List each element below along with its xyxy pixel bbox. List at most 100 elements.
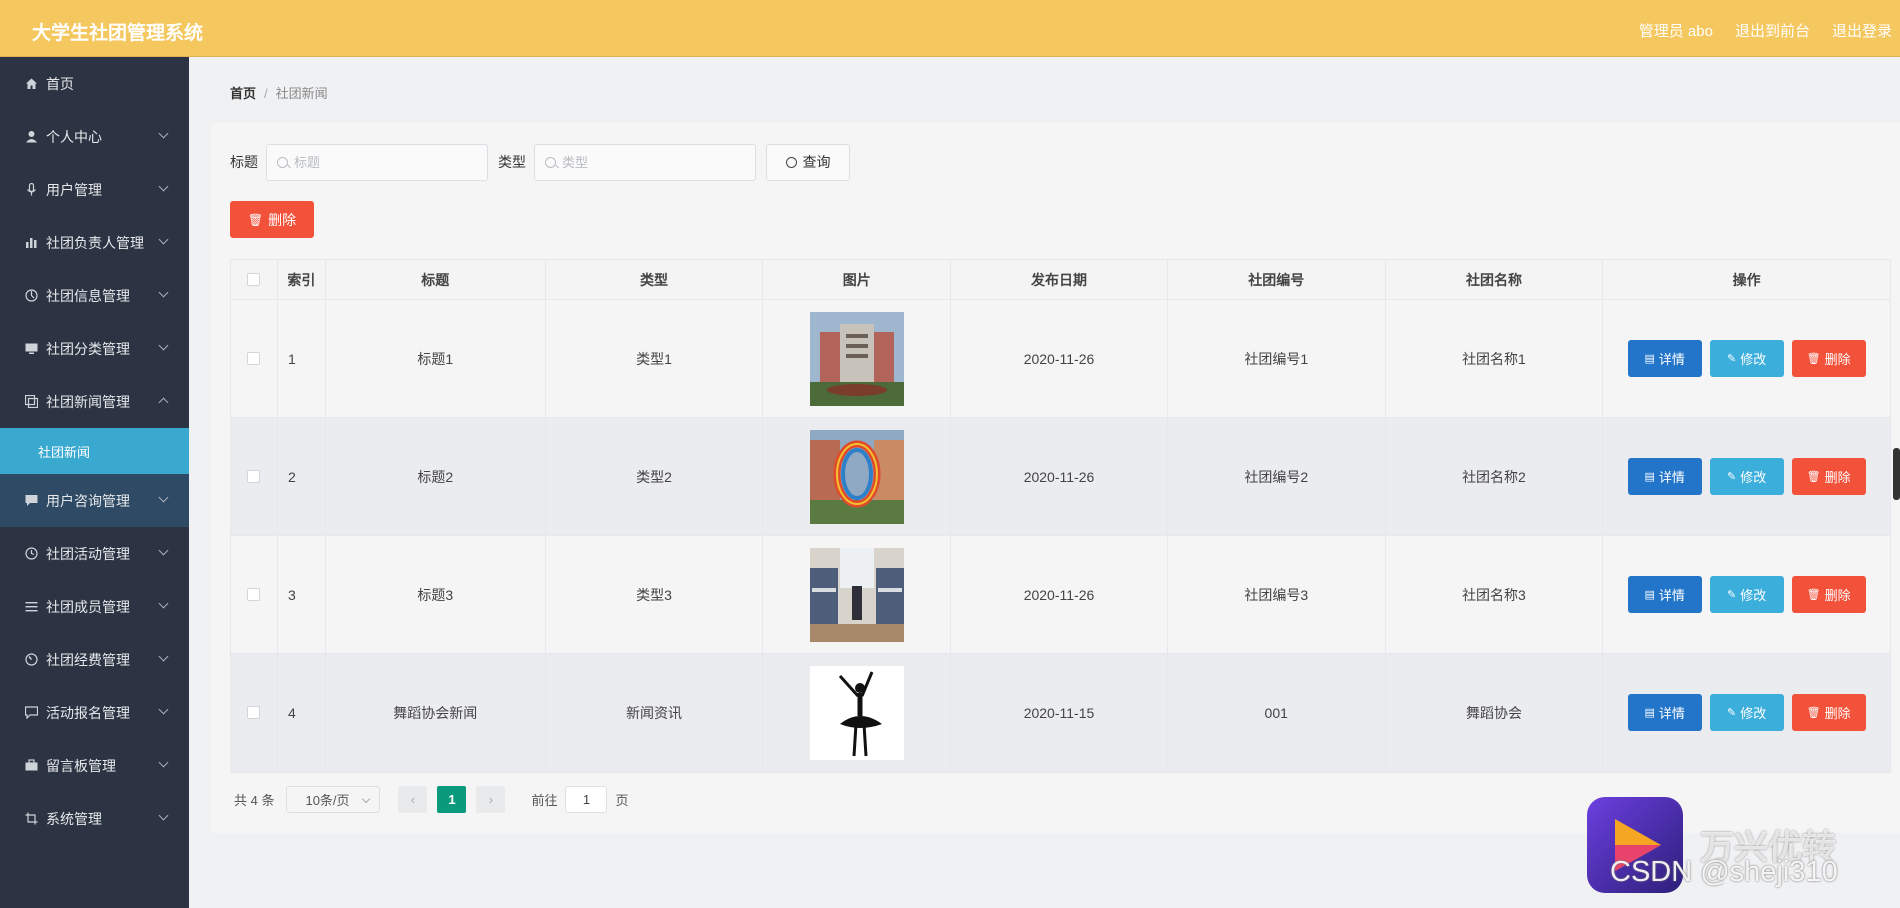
edit-button[interactable]: ✎ 修改 [1709,458,1784,495]
edit-button[interactable]: ✎ 修改 [1709,694,1784,731]
batch-delete-button[interactable]: 🗑 删除 [230,201,314,238]
chevron-down-icon [362,794,371,804]
cell-type: 新闻资讯 [546,654,764,771]
breadcrumb-home[interactable]: 首页 [230,86,256,101]
chat-icon [24,494,38,508]
news-image[interactable] [809,311,904,406]
title-filter-label: 标题 [230,154,258,170]
news-image[interactable] [809,429,904,524]
search-icon [785,156,797,168]
edit-button[interactable]: ✎ 修改 [1709,576,1784,613]
type-filter-input[interactable] [562,154,732,170]
trash-icon: 🗑 [1806,353,1821,365]
trash-icon: 🗑 [1806,589,1821,601]
detail-button[interactable]: ▤ 详情 [1627,694,1702,731]
sidebar-item-members[interactable]: 社团成员管理 [0,580,189,633]
chevron-down-icon [158,492,169,503]
query-button[interactable]: 查询 [766,143,850,181]
edit-button[interactable]: ✎ 修改 [1709,340,1784,377]
chevron-down-icon [158,810,169,821]
next-page-button[interactable]: › [476,786,506,813]
chevron-down-icon [158,234,169,245]
sidebar: 首页 个人中心 用户管理 社团负责人管理 社团信息管理 社团分类管理 社团新闻管… [0,57,189,908]
delete-button[interactable]: 🗑 删除 [1791,458,1866,495]
user-icon [24,130,38,144]
sidebar-item-signup[interactable]: 活动报名管理 [0,686,189,739]
sidebar-item-home[interactable]: 首页 [0,57,189,110]
sidebar-item-club-category[interactable]: 社团分类管理 [0,322,189,375]
cell-actions: ▤ 详情 ✎ 修改 🗑 删除 [1603,418,1890,535]
sidebar-item-consult[interactable]: 用户咨询管理 [0,474,189,527]
row-checkbox[interactable] [247,706,261,719]
sidebar-subitem-club-news[interactable]: 社团新闻 [0,428,189,474]
trash-icon: 🗑 [1806,707,1821,719]
cell-image [763,300,952,417]
sidebar-item-users[interactable]: 用户管理 [0,163,189,216]
detail-button[interactable]: ▤ 详情 [1627,576,1702,613]
title-filter-input[interactable] [294,154,464,170]
sidebar-item-label: 社团负责人管理 [46,234,144,251]
pencil-icon: ✎ [1727,471,1737,483]
type-filter-field[interactable] [534,143,756,181]
row-select[interactable] [231,536,278,653]
sidebar-item-activities[interactable]: 社团活动管理 [0,527,189,580]
sidebar-item-funds[interactable]: 社团经费管理 [0,633,189,686]
document-icon: ▤ [1644,707,1655,719]
cell-image [763,654,952,771]
table-row: 3 标题3 类型3 2020-11-26 社团编号3 社团名称3 ▤ 详情 ✎ 修改… [231,536,1890,654]
detail-label: 详情 [1658,352,1685,367]
cell-club-no: 001 [1168,654,1386,771]
page-number-1[interactable]: 1 [437,786,467,813]
row-select[interactable] [231,300,278,417]
cell-club-name: 舞蹈协会 [1386,654,1604,771]
edit-label: 修改 [1740,352,1767,367]
sidebar-item-guestbook[interactable]: 留言板管理 [0,739,189,792]
row-checkbox[interactable] [247,352,261,365]
total-count: 共 4 条 [234,793,275,808]
row-select[interactable] [231,418,278,535]
header-actions: 操作 [1732,271,1761,288]
header-select-all[interactable] [231,260,278,299]
sidebar-item-system[interactable]: 系统管理 [0,792,189,845]
pencil-icon: ✎ [1727,589,1737,601]
sidebar-item-label: 活动报名管理 [46,704,130,721]
detail-label: 详情 [1658,470,1685,485]
detail-label: 详情 [1658,706,1685,721]
logout-link[interactable]: 退出登录 [1832,20,1892,41]
cell-title: 标题2 [326,418,546,535]
message-icon [24,706,38,720]
delete-button[interactable]: 🗑 删除 [1791,694,1866,731]
delete-label: 删除 [1824,470,1851,485]
sidebar-item-leaders[interactable]: 社团负责人管理 [0,216,189,269]
detail-button[interactable]: ▤ 详情 [1627,458,1702,495]
select-all-checkbox[interactable] [247,273,261,286]
delete-button[interactable]: 🗑 删除 [1791,340,1866,377]
goto-page-input[interactable]: 1 [565,786,608,813]
delete-label: 删除 [1824,352,1851,367]
to-front-link[interactable]: 退出到前台 [1735,20,1810,41]
header-type: 类型 [546,260,764,299]
chevron-down-icon [158,287,169,298]
row-select[interactable] [231,654,278,771]
list-icon [24,600,38,614]
prev-page-button[interactable]: ‹ [398,786,428,813]
pencil-icon: ✎ [1727,353,1737,365]
delete-label: 删除 [1824,588,1851,603]
delete-button[interactable]: 🗑 删除 [1791,576,1866,613]
chevron-down-icon [158,545,169,556]
row-checkbox[interactable] [247,588,261,601]
table-row: 4 舞蹈协会新闻 新闻资讯 2020-11-15 001 舞蹈协会 ▤ 详情 ✎ 修… [231,654,1890,772]
detail-button[interactable]: ▤ 详情 [1627,340,1702,377]
cell-index: 3 [278,536,326,653]
title-filter-field[interactable] [266,143,488,181]
row-checkbox[interactable] [247,470,261,483]
page-size-select[interactable]: 10条/页 [286,786,381,813]
news-image[interactable] [809,665,904,760]
news-image[interactable] [809,547,904,642]
scrollbar-handle[interactable] [1893,448,1900,500]
sidebar-item-profile[interactable]: 个人中心 [0,110,189,163]
sidebar-item-club-info[interactable]: 社团信息管理 [0,269,189,322]
top-bar: 大学生社团管理系统 管理员 abo 退出到前台 退出登录 [0,0,1900,57]
sidebar-item-club-news[interactable]: 社团新闻管理 [0,375,189,428]
watermark-csdn: CSDN @sheji310 [1610,856,1838,888]
